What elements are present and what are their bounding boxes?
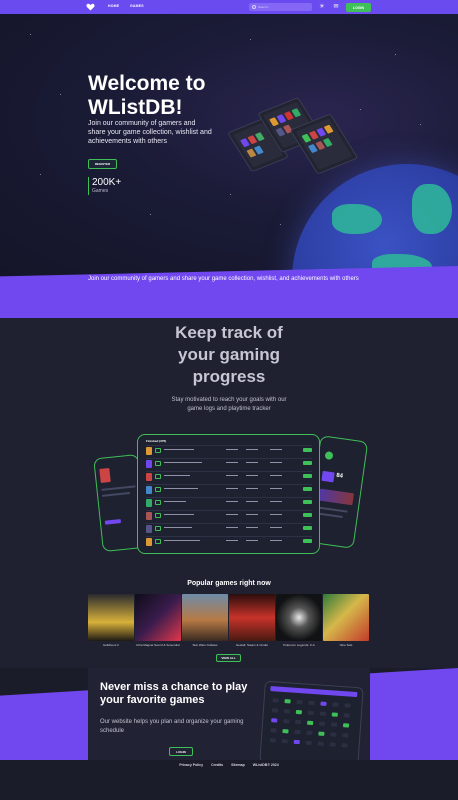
hero-subtitle: Join our community of gamers and share y…	[88, 120, 212, 145]
calendar-tablet-mockup	[259, 680, 364, 770]
top-nav: HOME GAMES ☀ ✉ LOGIN	[0, 0, 458, 14]
game-cover[interactable]	[276, 594, 322, 641]
footer-copyright: WListDB© 2024	[252, 763, 279, 767]
game-card-ultra-magnet[interactable]: Ultra Magnet Sword & Scoundrel	[135, 594, 181, 651]
rating-value: 84	[335, 472, 344, 480]
game-name: Pokémon Legends: Z-A	[283, 643, 315, 647]
register-button[interactable]: REGISTER	[88, 159, 117, 169]
search-input[interactable]	[258, 3, 308, 11]
stat-label: Games	[92, 188, 109, 194]
section-title: Keep track of your gaming progress	[175, 323, 283, 386]
schedule-description: Our website helps you plan and organize …	[100, 719, 244, 734]
footer-links: Privacy Policy Credits Sitemap WListDB© …	[0, 763, 458, 767]
list-item	[146, 458, 312, 468]
planet-illustration	[292, 164, 458, 276]
game-cover[interactable]	[88, 594, 134, 641]
schedule-login-button[interactable]: LOGIN	[169, 747, 193, 756]
game-card-helldivers[interactable]: Helldivers 2	[88, 594, 134, 651]
list-item	[146, 484, 312, 494]
section-description: Stay motivated to reach your goals with …	[171, 397, 287, 412]
game-card-gestalt[interactable]: Gestalt: Steam & Cinder	[229, 594, 275, 651]
search-icon	[252, 4, 256, 9]
game-cover[interactable]	[229, 594, 275, 641]
game-cover[interactable]	[323, 594, 369, 641]
game-name: Helldivers 2	[103, 643, 119, 647]
popular-title: Popular games right now	[187, 580, 271, 587]
chat-icon[interactable]: ✉	[333, 4, 339, 10]
stat-value: 200K+	[92, 177, 122, 188]
game-cover[interactable]	[182, 594, 228, 641]
nav-link-games[interactable]: GAMES	[130, 4, 144, 8]
sun-icon[interactable]: ☀	[319, 4, 325, 10]
footer-link-privacy[interactable]: Privacy Policy	[179, 763, 203, 767]
band-text: Join our community of gamers and share y…	[88, 276, 359, 282]
heart-logo-icon[interactable]	[86, 3, 95, 11]
game-name: Ultra Magnet Sword & Scoundrel	[136, 643, 180, 647]
footer-link-credits[interactable]: Credits	[211, 763, 223, 767]
landing-page: HOME GAMES ☀ ✉ LOGIN	[0, 0, 458, 800]
game-cover[interactable]	[135, 594, 181, 641]
game-name: Star Wars Outlaws	[192, 643, 218, 647]
tablet-header: Finished (376)	[146, 439, 167, 443]
list-item	[146, 523, 312, 533]
main-tablet-mockup: Finished (376)	[137, 434, 320, 554]
schedule-title: Never miss a chance to play your favorit…	[100, 681, 248, 706]
game-name: Nine Sols	[339, 643, 353, 647]
nav-link-home[interactable]: HOME	[108, 4, 119, 8]
footer-link-sitemap[interactable]: Sitemap	[231, 763, 245, 767]
footer: Privacy Policy Credits Sitemap WListDB© …	[0, 760, 458, 800]
game-name: Gestalt: Steam & Cinder	[235, 643, 269, 647]
list-item	[146, 497, 312, 507]
game-card-nine-sols[interactable]: Nine Sols	[323, 594, 369, 651]
list-item	[146, 510, 312, 520]
login-button[interactable]: LOGIN	[346, 3, 371, 12]
hero-section: Welcome to WListDB! Join our community o…	[0, 14, 458, 276]
search-box[interactable]	[249, 3, 312, 11]
list-item	[146, 445, 312, 455]
games-stat: 200K+ Games	[88, 177, 121, 195]
game-card-pokemon-legends[interactable]: Pokémon Legends: Z-A	[276, 594, 322, 651]
list-item	[146, 536, 312, 546]
view-all-button[interactable]: VIEW ALL	[216, 654, 241, 662]
game-card-star-wars-outlaws[interactable]: Star Wars Outlaws	[182, 594, 228, 651]
list-item	[146, 471, 312, 481]
hero-title: Welcome to WListDB!	[88, 72, 206, 119]
